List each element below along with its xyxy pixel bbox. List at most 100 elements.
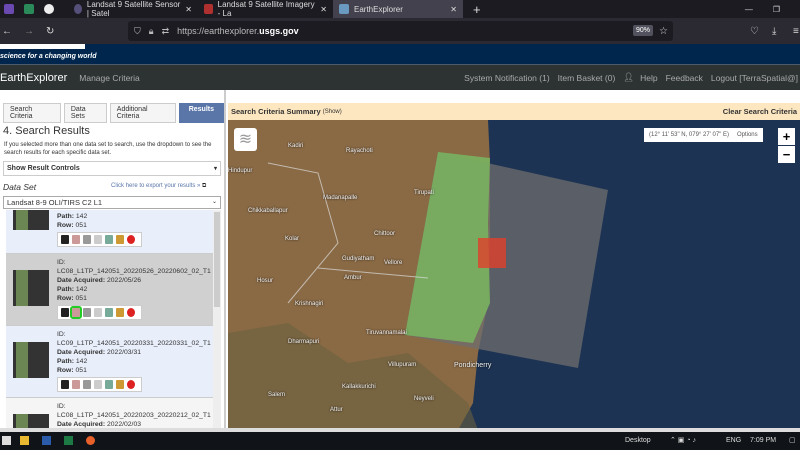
notification-icon[interactable]: ▢ — [789, 436, 796, 444]
pocket-icon[interactable]: ♡ — [750, 26, 759, 37]
place-label: Tiruvannamalai — [366, 330, 407, 336]
minimize-button[interactable]: — — [745, 5, 753, 14]
menu-icon[interactable]: ≡ — [793, 26, 799, 37]
metadata-icon[interactable] — [83, 308, 91, 317]
url-bar[interactable]: ⛉ 🔒︎ ⇄ https://earthexplorer.usgs.gov 90% — [128, 21, 673, 41]
back-icon[interactable]: ← — [2, 26, 12, 37]
browser-tab[interactable]: Landsat 9 Satellite Imagery - La ✕ — [198, 0, 333, 18]
google-icon[interactable] — [44, 4, 54, 14]
map-canvas[interactable] — [228, 103, 800, 430]
exclude-icon[interactable] — [127, 308, 135, 317]
footprint-icon[interactable] — [61, 308, 69, 317]
compare-icon[interactable] — [94, 308, 102, 317]
result-item[interactable]: ID: LC08_L1TP_142051_20220203_20220212_02… — [6, 398, 213, 430]
manage-criteria-link[interactable]: Manage Criteria — [79, 73, 139, 83]
system-notification-link[interactable]: System Notification (1) — [464, 73, 550, 83]
tab-search-criteria[interactable]: Search Criteria — [3, 103, 61, 123]
download-icon[interactable]: ⤓ — [772, 26, 776, 37]
export-results-link[interactable]: Click here to export your results » ⧉ — [111, 183, 206, 190]
feedback-link[interactable]: Feedback — [666, 73, 703, 83]
selected-area-marker — [478, 238, 506, 268]
compare-icon[interactable] — [94, 380, 102, 389]
clock[interactable]: 7:09 PM — [750, 437, 776, 444]
bulk-order-icon[interactable] — [116, 308, 124, 317]
word-icon[interactable] — [42, 436, 51, 445]
result-item[interactable]: ID: LC08_L1TP_142051_20220526_20220602_02… — [6, 254, 213, 326]
desktop-toolbar[interactable]: Desktop — [625, 437, 651, 444]
extension-icon[interactable] — [4, 4, 14, 14]
result-thumbnail[interactable] — [13, 342, 49, 378]
place-label: Gudiyatham — [342, 256, 375, 262]
close-tab-icon[interactable]: ✕ — [185, 5, 192, 14]
app-menu-bar: EarthExplorer Manage Criteria System Not… — [0, 64, 800, 90]
result-thumbnail[interactable] — [13, 270, 49, 306]
close-tab-icon[interactable]: ✕ — [320, 5, 327, 14]
sheets-icon[interactable] — [24, 4, 34, 14]
zoom-level[interactable]: 90% — [632, 25, 653, 36]
user-profile-icon[interactable]: 👤︎ — [623, 72, 634, 83]
place-label: Hosur — [257, 278, 274, 284]
browser-tab[interactable]: Landsat 9 Satellite Sensor | Satel ✕ — [68, 0, 198, 18]
app-title[interactable]: EarthExplorer — [0, 72, 67, 84]
map-panel[interactable]: Search Criteria Summary (Show) Clear Sear… — [228, 103, 800, 430]
language-indicator[interactable]: ENG — [726, 437, 741, 444]
metadata-icon[interactable] — [83, 235, 91, 244]
tab-results[interactable]: Results — [178, 103, 224, 123]
zoom-out-button[interactable]: − — [778, 146, 795, 163]
chevron-down-icon: ⌄ — [211, 199, 217, 205]
place-label: Kallakkurichi — [342, 384, 376, 390]
exclude-icon[interactable] — [127, 380, 135, 389]
help-link[interactable]: Help — [640, 73, 657, 83]
firefox-icon[interactable] — [86, 436, 95, 445]
results-scrollbar[interactable] — [213, 210, 221, 430]
footprint-icon[interactable] — [61, 380, 69, 389]
browser-tab-active[interactable]: EarthExplorer ✕ — [333, 0, 463, 18]
place-label: Chittoor — [374, 231, 396, 237]
reload-icon[interactable]: ↻ — [46, 26, 54, 37]
tray-icons[interactable]: ⌃ ▣ ◔ ♪ — [670, 436, 696, 444]
show-summary-link[interactable]: (Show) — [323, 109, 342, 115]
logout-link[interactable]: Logout [TerraSpatial@] — [711, 73, 798, 83]
results-list[interactable]: Path: 142 Row: 051 ID: LC08_L1TP_142051_20… — [3, 210, 221, 430]
place-label: Vellore — [384, 260, 403, 266]
start-icon[interactable] — [2, 436, 11, 445]
exclude-icon[interactable] — [127, 235, 135, 244]
place-label: Madanapalle — [323, 195, 358, 201]
compare-icon[interactable] — [94, 235, 102, 244]
forward-icon[interactable]: → — [24, 26, 34, 37]
download-icon[interactable] — [105, 308, 113, 317]
browse-overlay-icon[interactable] — [72, 235, 80, 244]
show-result-controls-toggle[interactable]: Show Result Controls ▾ — [3, 161, 221, 176]
new-tab-button[interactable]: + — [473, 2, 481, 17]
restore-button[interactable]: ❐ — [773, 5, 780, 14]
place-label: Ambur — [344, 275, 362, 281]
site-icon — [204, 4, 213, 14]
metadata-icon[interactable] — [83, 380, 91, 389]
dataset-select[interactable]: Landsat 8-9 OLI/TIRS C2 L1 ⌄ — [3, 196, 221, 209]
close-tab-icon[interactable]: ✕ — [450, 5, 457, 14]
download-icon[interactable] — [105, 380, 113, 389]
item-basket-link[interactable]: Item Basket (0) — [558, 73, 616, 83]
result-item[interactable]: Path: 142 Row: 051 — [6, 210, 213, 254]
download-icon[interactable] — [105, 235, 113, 244]
bookmark-star-icon[interactable]: ☆ — [659, 26, 668, 37]
place-label: Tirupati — [414, 190, 434, 196]
footprint-icon[interactable] — [61, 235, 69, 244]
tab-data-sets[interactable]: Data Sets — [63, 103, 107, 123]
bulk-order-icon[interactable] — [116, 380, 124, 389]
file-explorer-icon[interactable] — [20, 436, 29, 445]
layers-icon[interactable]: ≋ — [234, 128, 257, 151]
coordinates-readout: (12° 11' 53" N, 079° 27' 07" E) Options — [644, 128, 763, 142]
zoom-in-button[interactable]: + — [778, 128, 795, 145]
browse-overlay-icon[interactable] — [70, 306, 82, 319]
result-item[interactable]: ID: LC09_L1TP_142051_20220331_20220331_02… — [6, 326, 213, 398]
place-label: Pondicherry — [454, 362, 492, 369]
bulk-order-icon[interactable] — [116, 235, 124, 244]
excel-icon[interactable] — [64, 436, 73, 445]
navigation-bar: ← → ↻ ⛉ 🔒︎ ⇄ https://earthexplorer.usgs.go… — [0, 18, 800, 44]
options-button[interactable]: Options — [737, 132, 758, 138]
tab-additional-criteria[interactable]: Additional Criteria — [109, 103, 176, 123]
browse-overlay-icon[interactable] — [72, 380, 80, 389]
result-thumbnail[interactable] — [13, 210, 49, 230]
clear-search-criteria-link[interactable]: Clear Search Criteria — [723, 107, 797, 116]
